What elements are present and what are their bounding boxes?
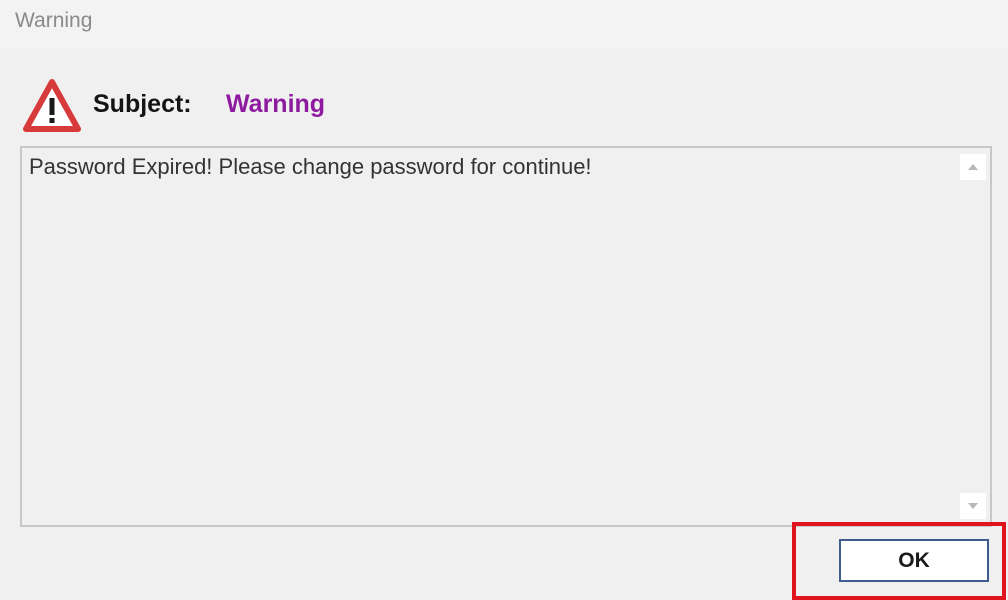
message-textbox[interactable]: Password Expired! Please change password… <box>20 146 992 527</box>
title-bar: Warning <box>0 0 1008 48</box>
chevron-up-icon <box>968 164 978 170</box>
warning-triangle-icon <box>23 79 81 132</box>
window-title: Warning <box>15 9 93 32</box>
subject-value: Warning <box>226 90 326 118</box>
scroll-down-button[interactable] <box>960 493 986 519</box>
ok-button[interactable]: OK <box>839 539 989 582</box>
chevron-down-icon <box>968 503 978 509</box>
message-text: Password Expired! Please change password… <box>29 154 592 179</box>
subject-label: Subject: <box>93 90 192 118</box>
warning-dialog: Warning Subject: Warning Password Expire… <box>0 0 1008 600</box>
scroll-up-button[interactable] <box>960 154 986 180</box>
